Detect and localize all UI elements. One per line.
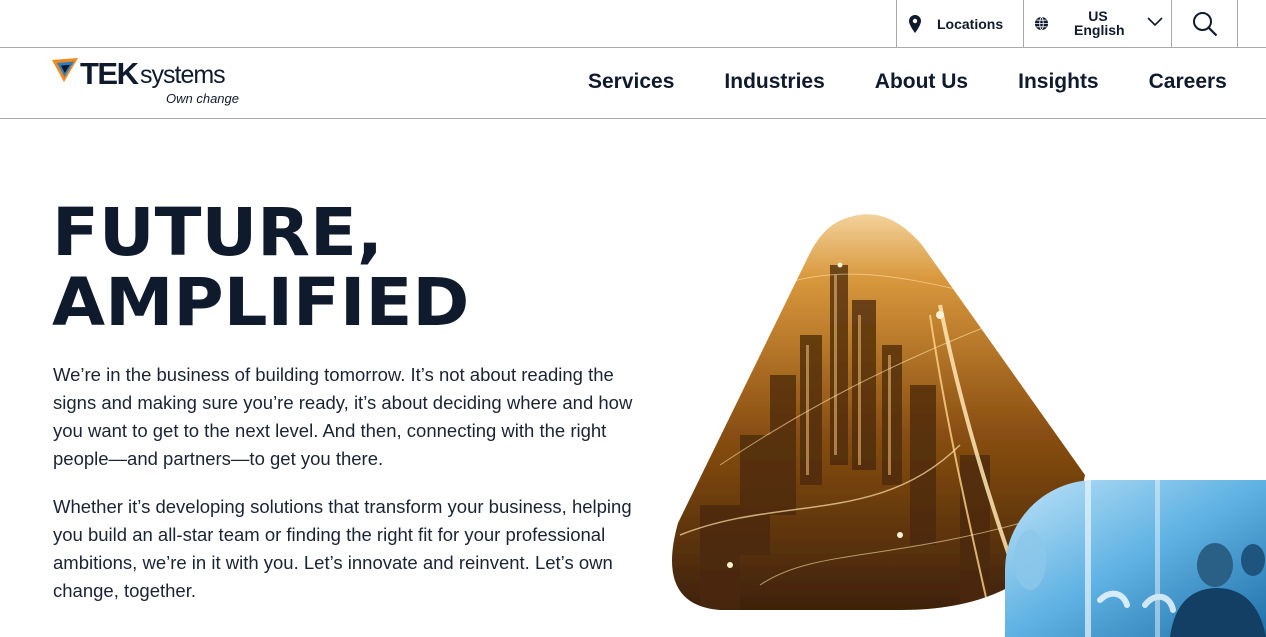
- office-meeting-image: [1005, 480, 1266, 637]
- hero-title-line-2: AMPLIFIED: [52, 264, 470, 341]
- logo-brand-bold: TEK: [80, 56, 139, 91]
- locations-label: Locations: [937, 15, 1004, 32]
- logo-tagline: Own change: [166, 91, 239, 106]
- logo-brand-light: systems: [140, 61, 226, 89]
- utility-bar: Locations US English: [0, 0, 1266, 48]
- language-region: US: [1088, 8, 1108, 24]
- nav-item-careers[interactable]: Careers: [1149, 70, 1227, 94]
- hero-title-line-1: FUTURE,: [52, 194, 384, 271]
- nav-item-about-us[interactable]: About Us: [875, 70, 968, 94]
- language-selector[interactable]: US English: [1023, 0, 1172, 47]
- chevron-down-icon: [1147, 17, 1163, 27]
- hero-paragraph-1: We’re in the business of building tomorr…: [53, 364, 633, 469]
- hero-paragraph-2: Whether it’s developing solutions that t…: [53, 496, 632, 601]
- globe-icon: [1034, 16, 1049, 31]
- map-pin-icon: [909, 14, 921, 33]
- hero-title: FUTURE, AMPLIFIED: [52, 198, 469, 338]
- primary-nav: Services Industries About Us Insights Ca…: [588, 70, 1227, 94]
- office-meeting-illustration: [1005, 480, 1266, 637]
- language-text: US English: [1074, 8, 1125, 38]
- language-name: English: [1074, 22, 1125, 38]
- search-button[interactable]: [1171, 0, 1238, 47]
- logo-mark-icon: [52, 58, 78, 82]
- main-header: TEK systems Own change Services Industri…: [0, 48, 1266, 119]
- nav-item-services[interactable]: Services: [588, 70, 674, 94]
- search-icon: [1192, 11, 1217, 36]
- nav-item-insights[interactable]: Insights: [1018, 70, 1099, 94]
- tek-systems-logo[interactable]: TEK systems Own change: [52, 56, 242, 110]
- locations-link[interactable]: Locations: [896, 0, 1024, 47]
- nav-item-industries[interactable]: Industries: [724, 70, 824, 94]
